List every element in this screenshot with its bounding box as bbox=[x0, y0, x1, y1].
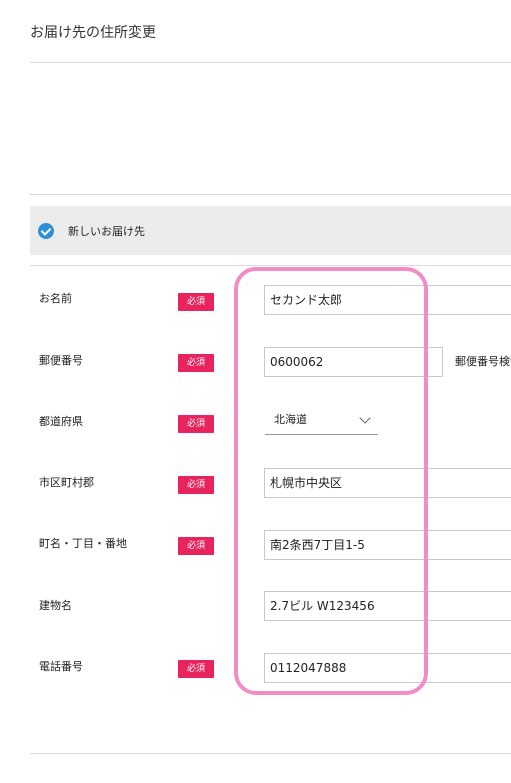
label-street: 町名・丁目・番地 bbox=[39, 537, 127, 550]
required-badge: 必須 bbox=[178, 476, 214, 494]
label-prefecture: 都道府県 bbox=[39, 415, 83, 428]
required-badge: 必須 bbox=[178, 537, 214, 555]
divider bbox=[30, 265, 511, 266]
required-badge: 必須 bbox=[178, 293, 214, 311]
check-circle-icon[interactable] bbox=[38, 222, 54, 239]
page-title: お届け先の住所変更 bbox=[30, 25, 156, 41]
label-phone: 電話番号 bbox=[39, 660, 83, 673]
chevron-down-icon bbox=[359, 412, 371, 424]
divider bbox=[30, 753, 511, 754]
label-name: お名前 bbox=[39, 292, 72, 305]
label-city: 市区町村郡 bbox=[39, 476, 94, 489]
required-badge: 必須 bbox=[178, 415, 214, 433]
required-badge: 必須 bbox=[178, 660, 214, 678]
divider bbox=[30, 194, 511, 195]
postal-search-link[interactable]: 郵便番号検索 bbox=[455, 353, 511, 369]
prefecture-select[interactable]: 北海道 bbox=[265, 405, 378, 435]
divider bbox=[30, 62, 511, 63]
section-header[interactable]: 新しいお届け先 bbox=[30, 206, 511, 255]
phone-input[interactable]: 0112047888 bbox=[264, 653, 511, 683]
postal-input[interactable]: 0600062 bbox=[264, 347, 443, 377]
building-input[interactable]: 2.7ビル W123456 bbox=[264, 591, 511, 621]
required-badge: 必須 bbox=[178, 354, 214, 372]
city-input[interactable]: 札幌市中央区 bbox=[264, 468, 511, 498]
label-building: 建物名 bbox=[39, 599, 72, 612]
prefecture-value: 北海道 bbox=[274, 413, 307, 426]
name-input[interactable]: セカンド太郎 bbox=[264, 285, 511, 315]
section-label: 新しいお届け先 bbox=[68, 224, 145, 238]
label-postal: 郵便番号 bbox=[39, 354, 83, 367]
street-input[interactable]: 南2条西7丁目1-5 bbox=[264, 530, 511, 560]
